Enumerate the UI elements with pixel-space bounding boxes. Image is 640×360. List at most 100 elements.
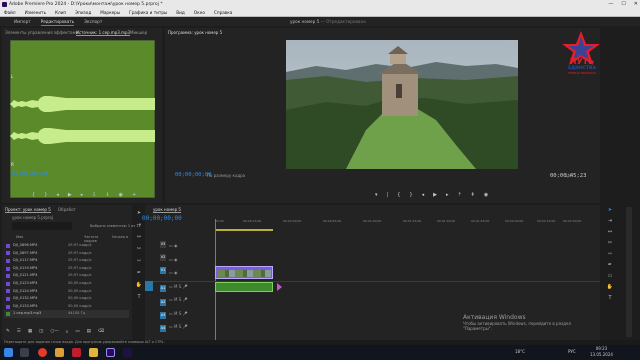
export-frame-icon[interactable]: ◉ (119, 192, 123, 198)
track-target-v1[interactable]: V1 (160, 267, 166, 274)
track-target-a3[interactable]: A3 (160, 312, 166, 319)
go-to-in-icon[interactable]: { (397, 192, 400, 198)
menu-sequence[interactable]: Эпизод (75, 9, 91, 16)
rectangle-icon[interactable]: ▭ (608, 273, 613, 279)
mark-in-icon[interactable]: ▾ (375, 192, 378, 198)
close-button[interactable]: ✕ (634, 0, 638, 9)
program-title[interactable]: Программа: урок номер 5 (168, 30, 222, 35)
program-timecode[interactable]: 00;00;00;00 (175, 172, 211, 178)
hand-icon[interactable]: ✋ (136, 282, 142, 288)
play-icon[interactable]: ▶ (68, 192, 72, 198)
selection-tool-icon[interactable]: ➤ (608, 207, 612, 213)
maximize-button[interactable]: ☐ (621, 0, 625, 9)
weather-text[interactable]: 18°C (515, 349, 525, 354)
zoom-slider[interactable]: ○— (50, 329, 58, 335)
list-item[interactable]: DJI_0123.MP4 50,00 кадр/с (4, 280, 129, 288)
add-icon[interactable]: + (132, 192, 136, 198)
tab-project[interactable]: Проект: урок номер 5 (5, 207, 51, 213)
ripple-edit-icon[interactable]: ↔ (608, 229, 612, 235)
go-in-icon[interactable]: | (387, 192, 389, 198)
tab-edit[interactable]: Редактировать (40, 17, 75, 26)
type-icon[interactable]: T (608, 295, 611, 301)
step-back-icon[interactable]: ◂ (422, 192, 425, 198)
clock[interactable]: 09:23 13.05.2024 (590, 346, 613, 358)
icon-view-icon[interactable]: ▦ (28, 329, 32, 335)
tab-export[interactable]: Экспорт (84, 17, 102, 26)
language-indicator[interactable]: РУС (568, 349, 576, 354)
step-forward-icon[interactable]: ▸ (446, 192, 449, 198)
selection-tool-icon[interactable]: ➤ (137, 210, 141, 216)
list-item[interactable]: DJI_0121.MP4 29,97 кадр/с (4, 272, 129, 280)
video-clip[interactable] (215, 266, 273, 279)
list-item[interactable]: 1 сер.mp3.mp3 44100 Гц (4, 310, 129, 318)
step-back-icon[interactable]: ◂ (56, 192, 59, 198)
list-item[interactable]: DJI_0897.MP4 29,97 кадр/с (4, 250, 129, 258)
hand-icon[interactable]: ✋ (607, 284, 613, 290)
audio-source-patch[interactable] (145, 281, 153, 291)
list-item[interactable]: DJI_0132.MP4 50,00 кадр/с (4, 295, 129, 303)
menu-file[interactable]: Файл (4, 9, 16, 16)
tab-effect-controls[interactable]: Элементы управления эффектами (5, 30, 78, 35)
export-frame-icon[interactable]: ◉ (484, 192, 488, 198)
pencil-icon[interactable]: ✎ (6, 329, 10, 335)
menu-graphics[interactable]: Графика и титры (129, 9, 167, 16)
tab-sequence[interactable]: урок номер 5 (153, 207, 181, 213)
list-view-icon[interactable]: ☰ (17, 329, 21, 335)
overwrite-icon[interactable]: ⇓ (105, 192, 109, 198)
type-icon[interactable]: T (137, 294, 140, 300)
mark-in-icon[interactable]: { (32, 192, 35, 198)
lift-icon[interactable]: ⇡ (457, 192, 461, 198)
new-bin-icon[interactable]: ▭ (75, 329, 79, 335)
track-target-v2[interactable]: V2 (160, 254, 166, 261)
fit-select[interactable]: По размеру кадра (207, 173, 245, 178)
search-icon[interactable]: ⌕ (66, 329, 69, 335)
video-app-icon[interactable] (72, 348, 81, 357)
pen-icon[interactable]: ✒ (137, 270, 141, 276)
clip-end-marker[interactable] (277, 283, 282, 291)
search-icon[interactable] (20, 348, 29, 357)
menu-edit[interactable]: Изменить (25, 9, 46, 16)
list-item[interactable]: DJI_0117.MP4 29,97 кадр/с (4, 257, 129, 265)
menu-markers[interactable]: Маркеры (100, 9, 120, 16)
premiere-pro-icon[interactable] (106, 348, 115, 357)
work-area-bar[interactable] (215, 229, 273, 231)
menu-window[interactable]: Окно (194, 9, 205, 16)
mark-out-icon[interactable]: } (44, 192, 47, 198)
razor-icon[interactable]: ✂ (137, 246, 141, 252)
playhead[interactable] (215, 219, 216, 340)
play-icon[interactable]: ▶ (433, 192, 437, 198)
slip-icon[interactable]: ⇿ (137, 258, 141, 264)
track-target-a1[interactable]: A1 (160, 285, 166, 292)
list-item[interactable]: DJI_0133.MP4 50,00 кадр/с (4, 303, 129, 311)
step-forward-icon[interactable]: ▸ (81, 192, 84, 198)
track-target-a2[interactable]: A2 (160, 299, 166, 306)
app-icon[interactable] (55, 348, 64, 357)
track-target-v3[interactable]: V3 (160, 241, 166, 248)
slip-icon[interactable]: ⇿ (608, 251, 612, 257)
track-target-a4[interactable]: A4 (160, 325, 166, 332)
column-start[interactable]: Начало в (112, 235, 130, 242)
freeform-view-icon[interactable]: ◫ (39, 329, 43, 335)
start-icon[interactable] (4, 348, 13, 357)
list-item[interactable]: DJI_0124.MP4 50,00 кадр/с (4, 288, 129, 296)
source-timecode[interactable]: 02;03;03;28 (12, 171, 48, 177)
go-to-out-icon[interactable]: } (409, 192, 412, 198)
trash-icon[interactable]: ⌫ (98, 329, 104, 335)
timeline-ruler[interactable]: 00;00 00;00;15;00 00;00;30;00 00;00;45;0… (215, 217, 600, 227)
project-search-input[interactable] (12, 222, 72, 230)
folder-icon[interactable] (89, 348, 98, 357)
column-fps[interactable]: Частота кадров (84, 235, 112, 243)
tab-processing[interactable]: Обработ (58, 207, 76, 212)
extract-icon[interactable]: ⇞ (471, 192, 475, 198)
pen-icon[interactable]: ✒ (608, 262, 612, 268)
tab-mixer[interactable]: Микшер (130, 30, 147, 35)
audio-clip[interactable] (215, 282, 273, 292)
track-select-icon[interactable]: ⇥ (608, 218, 612, 224)
menu-view[interactable]: Вид (176, 9, 185, 16)
menu-help[interactable]: Справка (214, 9, 232, 16)
tab-import[interactable]: Импорт (14, 17, 31, 26)
track-select-icon[interactable]: ⇥ (137, 222, 141, 228)
column-name[interactable]: Имя (4, 235, 84, 242)
minimize-button[interactable]: — (608, 0, 613, 9)
insert-icon[interactable]: ⇩ (92, 192, 96, 198)
